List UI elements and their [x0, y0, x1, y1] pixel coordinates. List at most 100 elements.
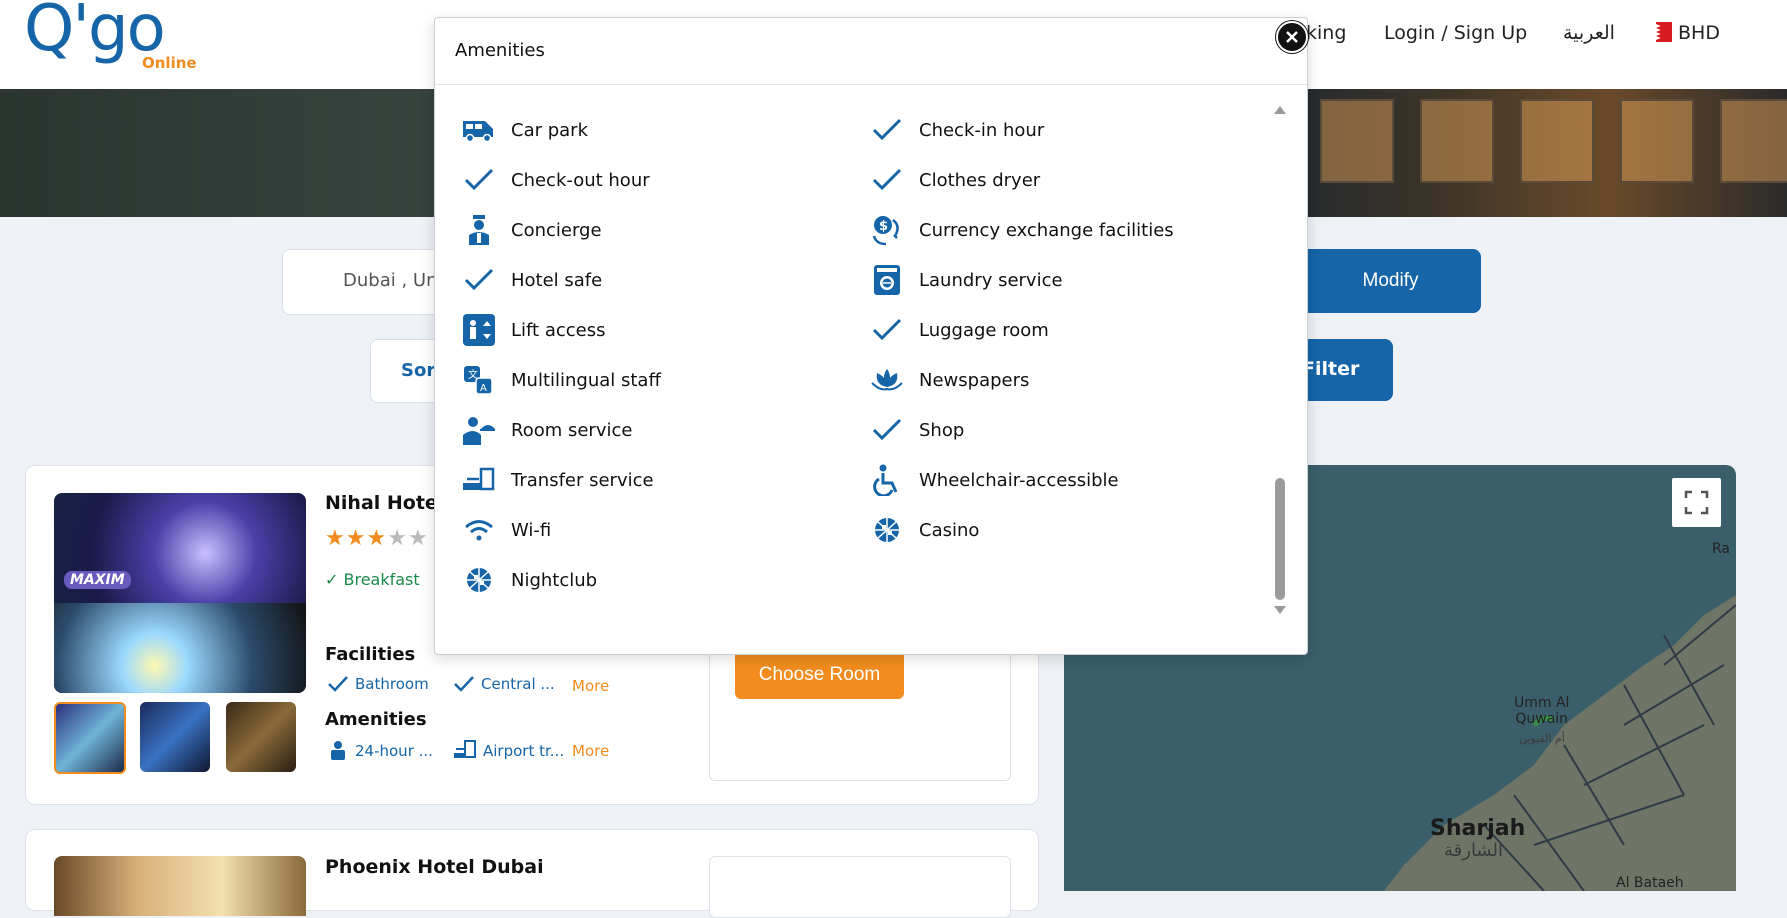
currency-exchange-icon: $ [869, 213, 905, 247]
amenity-label: Clothes dryer [919, 169, 1041, 191]
amenity-label: Wheelchair-accessible [919, 469, 1119, 491]
choose-room-button[interactable]: Choose Room [735, 650, 904, 699]
amenity-label: Wi-fi [511, 519, 552, 541]
modify-button[interactable]: Modify [1300, 249, 1481, 313]
banner-window [1620, 99, 1694, 183]
wheelchair-icon [869, 463, 905, 497]
amenity-item-lift-access: Lift access [461, 313, 605, 347]
amenity-item: Airport tr... [453, 739, 564, 761]
amenity-item-car-park: Car park [461, 113, 588, 147]
amenity-item-currency-exchange: $ Currency exchange facilities [869, 213, 1174, 247]
map-label-sharjah: Sharjah [1430, 816, 1526, 841]
facilities-more-link[interactable]: More [572, 677, 609, 695]
price-panel [709, 856, 1011, 918]
hotel-name[interactable]: Nihal Hotel [325, 492, 444, 514]
translate-icon: 文A [461, 363, 497, 397]
modal-title: Amenities [455, 40, 545, 61]
hotel-card: Phoenix Hotel Dubai [25, 829, 1039, 918]
amenity-item-clothes-dryer: Clothes dryer [869, 163, 1040, 197]
amenity-item-newspapers: Newspapers [869, 363, 1029, 397]
amenity-label: Shop [919, 419, 965, 441]
concierge-icon [461, 213, 497, 247]
hotel-thumbnail[interactable] [226, 702, 296, 772]
amenity-item-nightclub: Nightclub [461, 563, 597, 597]
check-icon [454, 676, 474, 692]
map-label-al-bataeh: Al Bataeh [1616, 875, 1684, 891]
close-icon [1286, 31, 1298, 43]
star-filled-icon: ★ [345, 526, 367, 551]
check-icon [869, 313, 905, 347]
amenity-item-luggage-room: Luggage room [869, 313, 1049, 347]
amenities-more-link[interactable]: More [572, 742, 609, 760]
map-label-umm-al-quwain: Umm Al Quwain [1514, 695, 1570, 727]
fullscreen-button[interactable] [1672, 478, 1721, 527]
star-filled-icon: ★ [325, 526, 346, 551]
currency-selector[interactable]: BHD [1656, 22, 1720, 44]
hotel-main-photo[interactable]: MAXIM [54, 493, 306, 693]
star-filled-icon: ★ [366, 526, 388, 551]
nav-booking-link[interactable]: king [1306, 22, 1346, 44]
lotus-icon [869, 363, 905, 397]
bahrain-flag-icon [1656, 22, 1672, 42]
amenity-item-casino: Casino [869, 513, 979, 547]
amenity-item-concierge: Concierge [461, 213, 602, 247]
modal-close-button[interactable] [1276, 21, 1308, 53]
star-rating: ★★★★★ [325, 526, 429, 551]
facility-item: Bathroom [327, 674, 429, 694]
breakfast-badge: ✓ Breakfast [325, 570, 420, 589]
scrollbar-thumb[interactable] [1275, 478, 1285, 600]
wifi-icon [461, 513, 497, 547]
fullscreen-icon [1684, 490, 1709, 515]
amenity-item-shop: Shop [869, 413, 964, 447]
qgo-logo[interactable]: Q'go Online [24, 0, 197, 74]
amenity-item-check-in-hour: Check-in hour [869, 113, 1044, 147]
lift-icon [461, 313, 497, 347]
amenity-label: Lift access [511, 319, 606, 341]
check-icon [461, 163, 497, 197]
banner-window [1520, 99, 1594, 183]
amenity-label: Airport tr... [483, 742, 565, 760]
banner-window [1720, 99, 1787, 183]
facility-label: Central ... [481, 675, 555, 693]
amenity-label: Multilingual staff [511, 369, 661, 391]
transfer-icon [454, 740, 476, 758]
scroll-up-arrow-icon[interactable] [1274, 106, 1286, 114]
nav-language-link[interactable]: العربية [1563, 22, 1615, 44]
svg-text:$: $ [879, 219, 888, 234]
banner-window [1420, 99, 1494, 183]
star-empty-icon: ★ [407, 526, 429, 551]
transfer-icon [461, 463, 497, 497]
facility-item: Central ... [453, 674, 555, 694]
amenity-label: Car park [511, 119, 589, 141]
facilities-title: Facilities [325, 644, 416, 665]
map-label-ra: Ra [1712, 541, 1730, 557]
concierge-icon [331, 741, 345, 760]
map-label-umm-al-quwain-ar: أم القيوين [1519, 732, 1565, 745]
car-park-icon [461, 113, 497, 147]
modal-divider [435, 84, 1307, 85]
check-icon [869, 413, 905, 447]
amenity-label: Laundry service [919, 269, 1063, 291]
hotel-thumbnail[interactable] [54, 702, 126, 774]
amenity-label: Luggage room [919, 319, 1049, 341]
scroll-down-arrow-icon[interactable] [1274, 606, 1286, 614]
amenity-item-check-out-hour: Check-out hour [461, 163, 650, 197]
currency-label: BHD [1678, 22, 1720, 44]
amenity-item-wheelchair-accessible: Wheelchair-accessible [869, 463, 1119, 497]
laundry-icon [869, 263, 905, 297]
svg-text:文: 文 [468, 368, 478, 381]
modal-scrollbar[interactable] [1273, 106, 1287, 616]
casino-icon [869, 513, 905, 547]
amenity-label: Concierge [511, 219, 602, 241]
amenity-label: Check-out hour [511, 169, 650, 191]
hotel-thumbnail[interactable] [140, 702, 210, 772]
amenity-label: Check-in hour [919, 119, 1045, 141]
facility-label: Bathroom [355, 675, 429, 693]
hotel-name[interactable]: Phoenix Hotel Dubai [325, 856, 544, 878]
amenity-item-wi-fi: Wi-fi [461, 513, 551, 547]
nav-login-link[interactable]: Login / Sign Up [1384, 22, 1527, 44]
amenity-label: 24-hour ... [355, 742, 433, 760]
room-service-icon [461, 413, 497, 447]
destination-value: Dubai , Uni [343, 270, 443, 291]
hotel-main-photo[interactable] [54, 856, 306, 916]
